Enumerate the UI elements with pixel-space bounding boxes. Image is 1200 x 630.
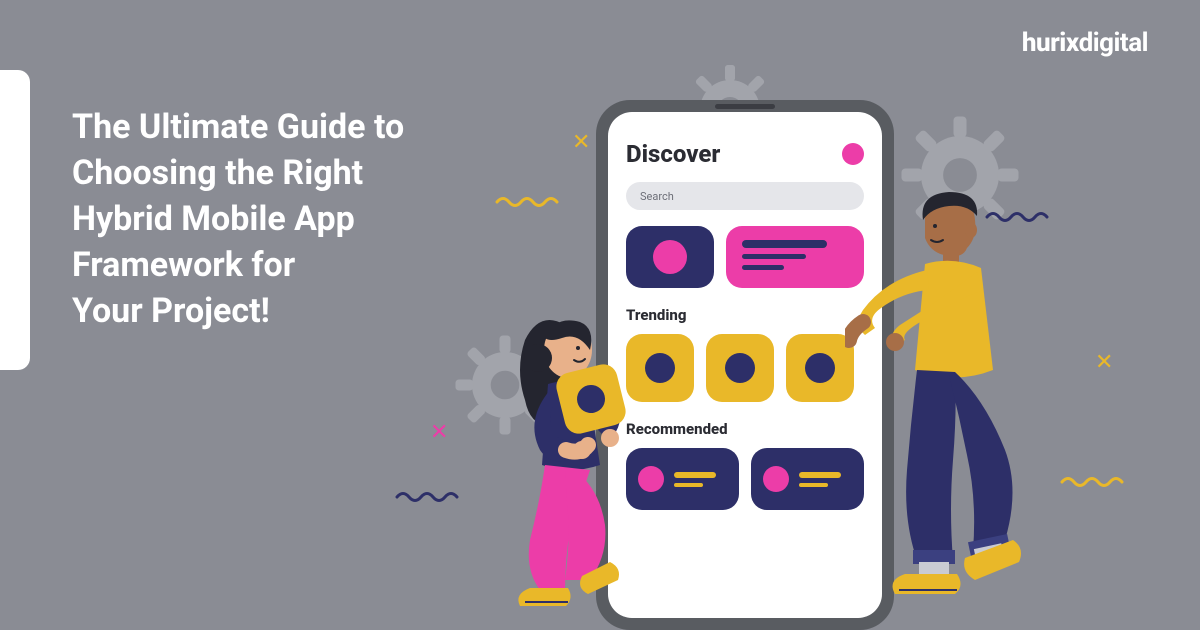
feature-card-body: [726, 226, 864, 288]
search-placeholder: Search: [640, 190, 674, 203]
squiggle-icon: [395, 490, 465, 504]
x-mark-icon: ✕: [572, 130, 590, 155]
feature-card[interactable]: [626, 226, 864, 288]
illustration-man: [845, 190, 1085, 630]
brand-part1: hurix: [1022, 28, 1079, 58]
screen-title: Discover: [626, 140, 720, 168]
x-mark-icon: ✕: [1095, 350, 1113, 375]
trending-tile[interactable]: [706, 334, 774, 402]
phone-speaker: [715, 104, 775, 109]
search-input[interactable]: Search: [626, 182, 864, 210]
brand-logo: hurixdigital: [1022, 28, 1148, 58]
squiggle-icon: [495, 195, 565, 209]
brand-part2: digital: [1079, 28, 1148, 58]
illustration-woman: [470, 290, 670, 630]
left-white-tab: [0, 70, 30, 370]
x-mark-icon: ✕: [430, 420, 448, 445]
feature-card-icon: [626, 226, 714, 288]
screen-title-row: Discover: [626, 140, 864, 168]
page-headline: The Ultimate Guide toChoosing the RightH…: [72, 105, 404, 334]
trending-tile[interactable]: [786, 334, 854, 402]
accent-dot-icon: [842, 143, 864, 165]
